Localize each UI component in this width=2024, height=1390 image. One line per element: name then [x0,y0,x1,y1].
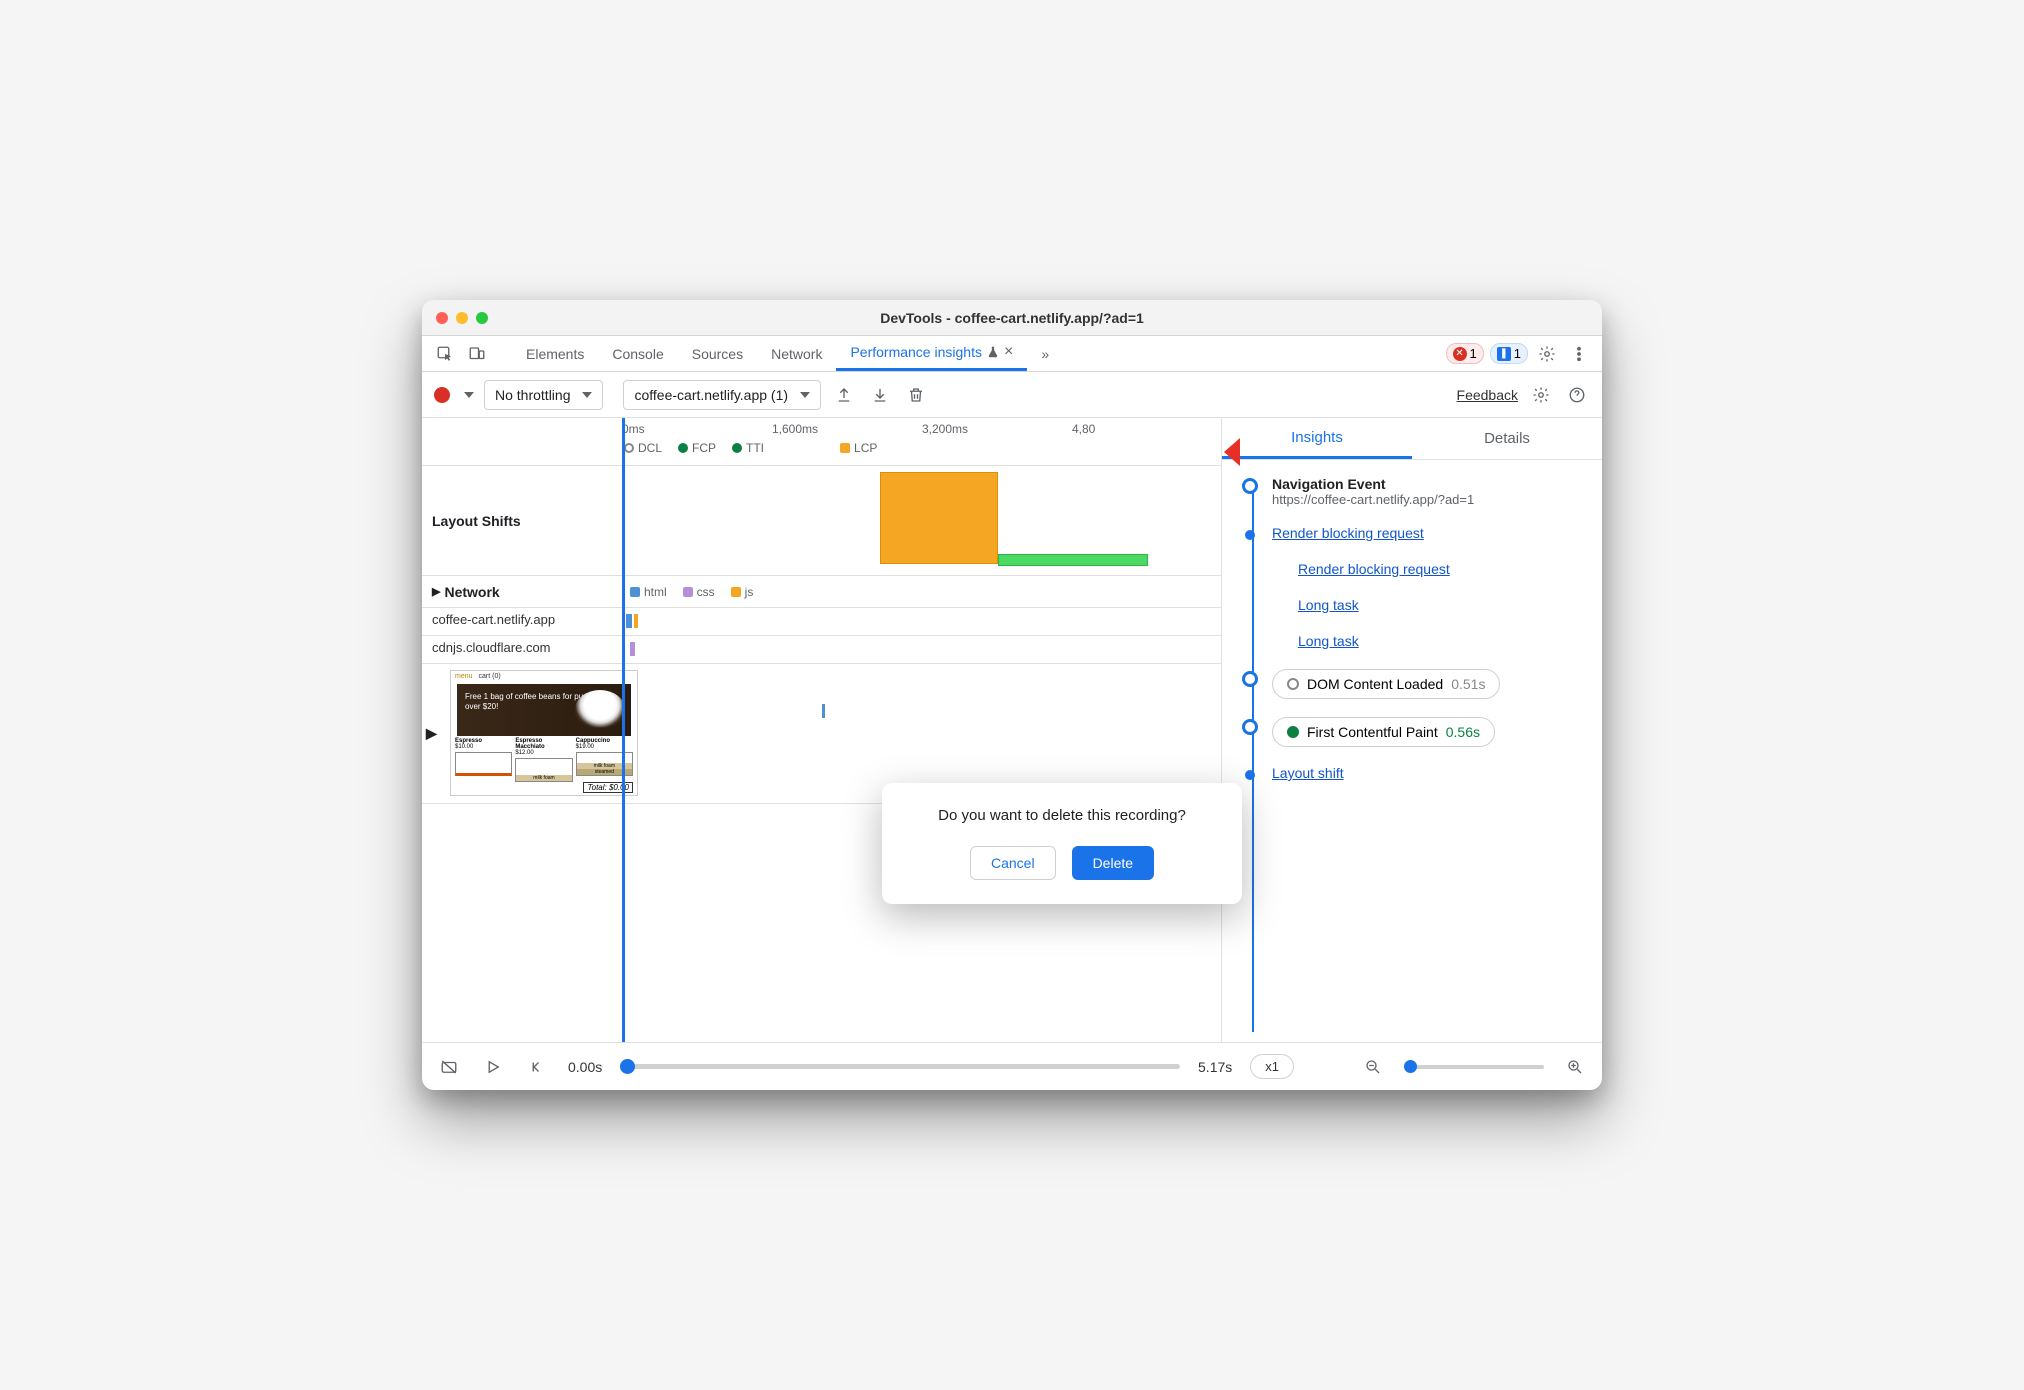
playback-slider[interactable] [620,1064,1180,1069]
tab-details[interactable]: Details [1412,418,1602,459]
tab-console[interactable]: Console [598,336,677,371]
tick-1: 1,600ms [772,422,818,436]
time-ruler[interactable]: 0ms 1,600ms 3,200ms 4,80 DCL FCP TTI LCP [422,418,1221,466]
upload-icon[interactable] [831,382,857,408]
marker-tti: TTI [732,441,764,455]
legend-js: js [731,585,754,599]
playback-bar: 0.00s 5.17s x1 [422,1042,1602,1090]
marker-lcp: LCP [840,441,877,455]
insights-list[interactable]: Navigation Event https://coffee-cart.net… [1222,460,1602,1042]
render-blocking-link-2[interactable]: Render blocking request [1298,561,1450,577]
time-start: 0.00s [568,1059,602,1075]
panel-settings-icon[interactable] [1528,382,1554,408]
playback-speed[interactable]: x1 [1250,1054,1294,1079]
tab-elements[interactable]: Elements [512,336,598,371]
layout-shift-link[interactable]: Layout shift [1272,765,1344,781]
titlebar: DevTools - coffee-cart.netlify.app/?ad=1 [422,300,1602,336]
zoom-slider[interactable] [1404,1065,1544,1069]
insight-node-rb1[interactable] [1245,530,1255,540]
main-tabbar: Elements Console Sources Network Perform… [422,336,1602,372]
nav-event-url: https://coffee-cart.netlify.app/?ad=1 [1272,492,1594,507]
download-icon[interactable] [867,382,893,408]
layout-shift-block[interactable] [880,472,998,564]
frame-marker [822,704,825,718]
insight-node-fcp[interactable] [1242,719,1258,735]
main-area: 0ms 1,600ms 3,200ms 4,80 DCL FCP TTI LCP… [422,418,1602,1042]
tick-3: 4,80 [1072,422,1095,436]
record-button[interactable] [434,387,450,403]
insight-node-nav[interactable] [1242,478,1258,494]
legend-html: html [630,585,667,599]
device-toggle-icon[interactable] [464,341,490,367]
network-header-row: ▶Network html css js [422,576,1221,608]
feedback-link[interactable]: Feedback [1457,387,1518,403]
layout-shifts-row: Layout Shifts [422,466,1221,576]
devtools-window: DevTools - coffee-cart.netlify.app/?ad=1… [422,300,1602,1090]
insight-node-dcl[interactable] [1242,671,1258,687]
dcl-pill[interactable]: DOM Content Loaded0.51s [1272,669,1500,699]
marker-dcl: DCL [624,441,662,455]
frame-thumbnail[interactable]: menucart (0) Free 1 bag of coffee beans … [450,670,638,796]
network-label[interactable]: ▶Network [422,576,622,607]
window-title: DevTools - coffee-cart.netlify.app/?ad=1 [436,310,1588,326]
insight-node-ls[interactable] [1245,770,1255,780]
frames-expand-icon[interactable]: ▶ [422,664,442,803]
legend-css: css [683,585,715,599]
fcp-pill[interactable]: First Contentful Paint0.56s [1272,717,1495,747]
perf-toolbar: No throttling coffee-cart.netlify.app (1… [422,372,1602,418]
flask-icon [986,345,1000,359]
delete-button[interactable]: Delete [1072,846,1154,880]
modal-text: Do you want to delete this recording? [904,807,1220,824]
errors-badge[interactable]: ✕1 [1446,343,1484,364]
layout-shift-block-2[interactable] [998,554,1148,566]
marker-fcp: FCP [678,441,716,455]
recording-select[interactable]: coffee-cart.netlify.app (1) [623,380,821,410]
more-tabs-icon[interactable]: » [1027,336,1063,371]
delete-icon[interactable] [903,382,929,408]
layout-shifts-label: Layout Shifts [422,466,622,575]
inspect-element-icon[interactable] [432,341,458,367]
record-dropdown-icon[interactable] [464,392,474,398]
long-task-link-2[interactable]: Long task [1298,633,1359,649]
kebab-menu-icon[interactable] [1566,341,1592,367]
zoom-out-icon[interactable] [1360,1054,1386,1080]
tab-network[interactable]: Network [757,336,836,371]
tab-performance-insights[interactable]: Performance insights × [836,336,1027,371]
render-blocking-link-1[interactable]: Render blocking request [1272,525,1424,541]
delete-confirm-modal: Do you want to delete this recording? Ca… [882,783,1242,904]
net-host-row-1[interactable]: cdnjs.cloudflare.com [422,636,1221,664]
tab-sources[interactable]: Sources [678,336,757,371]
throttling-select[interactable]: No throttling [484,380,603,410]
settings-icon[interactable] [1534,341,1560,367]
play-button[interactable] [480,1054,506,1080]
help-icon[interactable] [1564,382,1590,408]
annotation-arrow [1222,430,1282,479]
net-host-row-0[interactable]: coffee-cart.netlify.app [422,608,1221,636]
time-end: 5.17s [1198,1059,1232,1075]
zoom-in-icon[interactable] [1562,1054,1588,1080]
info-badge[interactable]: ❚1 [1490,343,1528,364]
cancel-button[interactable]: Cancel [970,846,1056,880]
nav-event-title: Navigation Event [1272,476,1594,492]
tick-2: 3,200ms [922,422,968,436]
long-task-link-1[interactable]: Long task [1298,597,1359,613]
close-tab-icon[interactable]: × [1004,343,1013,361]
timeline-pane: 0ms 1,600ms 3,200ms 4,80 DCL FCP TTI LCP… [422,418,1222,1042]
tick-0: 0ms [622,422,645,436]
insights-pane: Insights Details Navigation Event https:… [1222,418,1602,1042]
playhead-line[interactable] [622,418,625,1042]
rewind-button[interactable] [524,1054,550,1080]
screenshot-toggle-icon[interactable] [436,1054,462,1080]
